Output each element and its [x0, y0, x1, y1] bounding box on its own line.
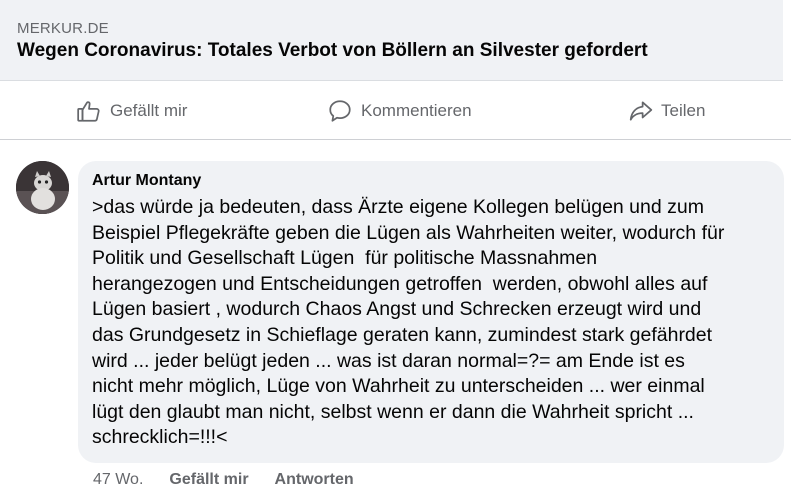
post-page: MERKUR.DE Wegen Coronavirus: Totales Ver…	[0, 0, 791, 496]
comment-line: Lügen basiert , wodurch Chaos Angst und …	[92, 298, 702, 321]
speech-bubble-icon	[327, 98, 353, 124]
comment-line: lügt den glaubt man nicht, selbst wenn e…	[92, 400, 694, 423]
avatar[interactable]	[16, 161, 69, 214]
comment-author[interactable]: Artur Montany	[92, 172, 201, 190]
comment-button[interactable]: Kommentieren	[327, 97, 472, 125]
thumbs-up-icon	[76, 98, 102, 124]
comment-line: das Grundgesetz in Schieflage geraten ka…	[92, 323, 713, 346]
comment-line: >das würde ja bedeuten, dass Ärzte eigen…	[92, 196, 704, 218]
comment-line: herangezogen und Entscheidungen getroffe…	[92, 272, 708, 295]
comment-line: wird ... jeder belügt jeden ... was ist …	[92, 349, 685, 372]
link-title[interactable]: Wegen Coronavirus: Totales Verbot von Bö…	[17, 40, 648, 62]
comment-timestamp[interactable]: 47 Wo.	[93, 471, 143, 489]
link-preview[interactable]: MERKUR.DE Wegen Coronavirus: Totales Ver…	[0, 0, 783, 81]
comment-reply-link[interactable]: Antworten	[275, 471, 354, 489]
comment-text: >das würde ja bedeuten, dass Ärzte eigen…	[92, 195, 782, 451]
share-button[interactable]: Teilen	[627, 97, 705, 125]
comment-line: Politik und Gesellschaft Lügen für polit…	[92, 247, 598, 270]
like-button[interactable]: Gefällt mir	[76, 97, 187, 125]
comment-button-label: Kommentieren	[361, 101, 472, 120]
link-source: MERKUR.DE	[17, 20, 109, 37]
comment-meta: 47 Wo. Gefällt mir Antworten	[93, 471, 380, 489]
comment-like-link[interactable]: Gefällt mir	[169, 471, 248, 489]
avatar-photo	[16, 161, 69, 214]
comment-line: nicht mehr möglich, Lüge von Wahrheit zu…	[92, 375, 705, 398]
share-button-label: Teilen	[661, 101, 706, 120]
comment-bubble: Artur Montany >das würde ja bedeuten, da…	[78, 161, 784, 463]
post-action-bar: Gefällt mir Kommentieren Teilen	[0, 81, 791, 140]
comment-line: schrecklich=!!!<	[92, 426, 228, 449]
like-button-label: Gefällt mir	[110, 101, 188, 120]
comment-line: Beispiel Pflegekräfte geben die Lügen al…	[92, 221, 725, 244]
share-arrow-icon	[627, 98, 655, 124]
